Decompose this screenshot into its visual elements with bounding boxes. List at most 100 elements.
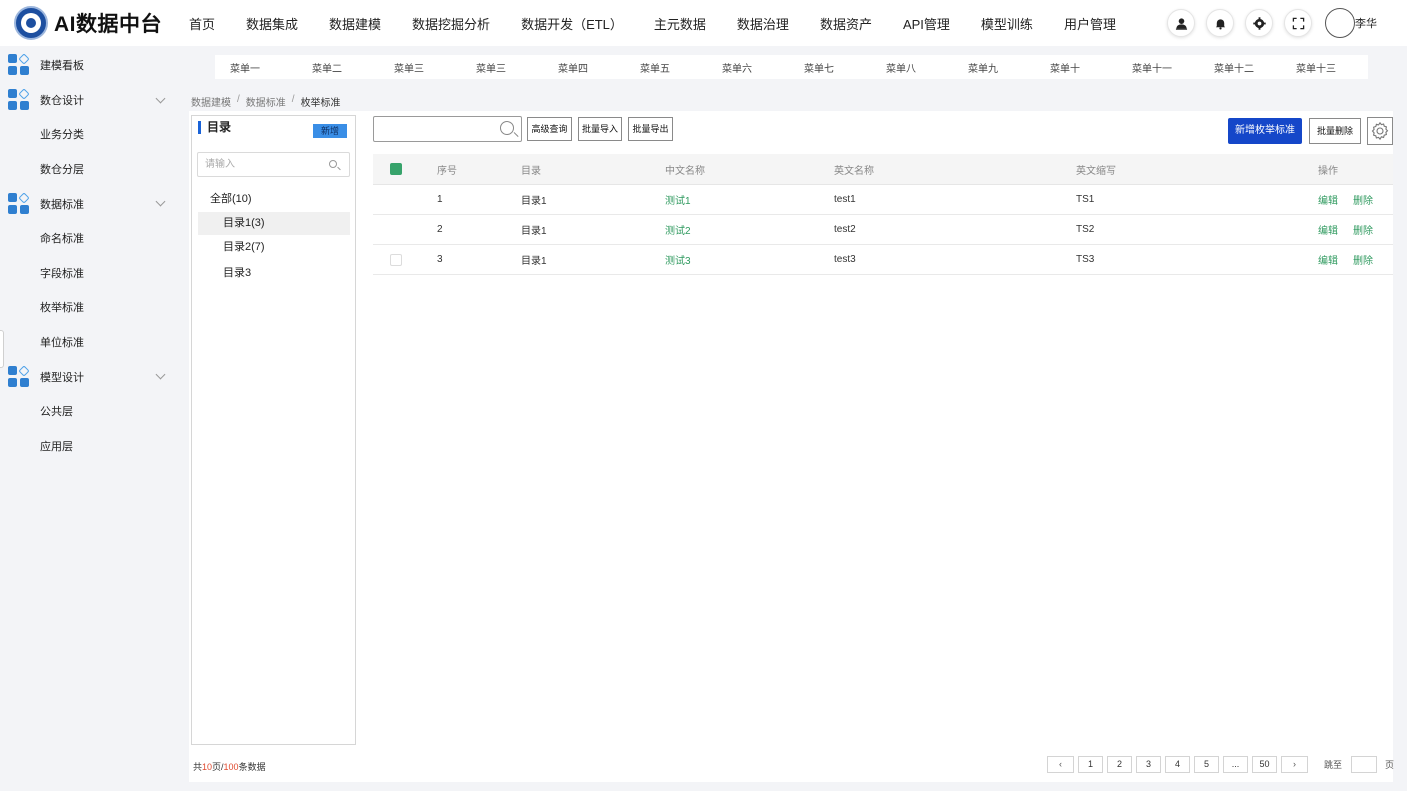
prev-page-button[interactable]: ‹ (1047, 756, 1074, 773)
tree-root-node[interactable]: 全部(10) (210, 190, 252, 206)
search-icon[interactable] (500, 121, 514, 135)
edit-link[interactable]: 编辑 (1318, 252, 1338, 267)
sidebar-item-naming-standard[interactable]: 命名标准 (0, 221, 178, 256)
nav-item[interactable]: 数据建模 (329, 14, 381, 33)
cell-chinese-name[interactable]: 测试3 (665, 245, 691, 274)
page-button[interactable]: 4 (1165, 756, 1190, 773)
sidebar-item-app-layer[interactable]: 应用层 (0, 429, 178, 464)
search-icon[interactable] (329, 160, 337, 168)
jump-label: 跳至 (1324, 760, 1343, 770)
tree-node[interactable]: 目录2(7) (198, 236, 350, 259)
edit-link[interactable]: 编辑 (1318, 222, 1338, 237)
tree-node[interactable]: 目录1(3) (198, 212, 350, 235)
menu-tab[interactable]: 菜单三 (379, 60, 461, 75)
chevron-down-icon[interactable] (155, 196, 166, 207)
edit-link[interactable]: 编辑 (1318, 192, 1338, 207)
menu-tab[interactable]: 菜单一 (215, 60, 297, 75)
batch-import-button[interactable]: 批量导入 (578, 117, 622, 141)
nav-item[interactable]: 首页 (189, 14, 215, 33)
batch-delete-button[interactable]: 批量删除 (1309, 118, 1361, 144)
menu-tab[interactable]: 菜单十二 (1199, 60, 1281, 75)
select-all-checkbox[interactable] (390, 163, 402, 175)
menu-tab[interactable]: 菜单三 (461, 60, 543, 75)
breadcrumb-link[interactable]: 数据建模 (191, 94, 231, 109)
fullscreen-icon[interactable] (1284, 9, 1312, 37)
nav-item[interactable]: 数据开发（ETL） (521, 14, 623, 33)
column-header: 目录 (521, 165, 541, 177)
menu-tab[interactable]: 菜单四 (543, 60, 625, 75)
cell-directory: 目录1 (521, 196, 547, 207)
bell-icon[interactable] (1206, 9, 1234, 37)
page-ellipsis[interactable]: ... (1223, 756, 1248, 773)
nav-item[interactable]: API管理 (903, 14, 950, 33)
delete-link[interactable]: 删除 (1353, 222, 1373, 237)
sidebar-item-enum-standard[interactable]: 枚举标准 (0, 290, 178, 325)
page-button[interactable]: 5 (1194, 756, 1219, 773)
column-settings-button[interactable] (1367, 117, 1393, 145)
sidebar-item-unit-standard[interactable]: 单位标准 (0, 325, 178, 360)
settings-icon[interactable] (1245, 9, 1273, 37)
sidebar-item-label: 枚举标准 (40, 302, 84, 315)
menu-tab[interactable]: 菜单五 (625, 60, 707, 75)
nav-item[interactable]: 模型训练 (981, 14, 1033, 33)
delete-link[interactable]: 删除 (1353, 252, 1373, 267)
user-name[interactable]: 李华 (1355, 15, 1377, 31)
avatar[interactable] (1325, 8, 1355, 38)
add-enum-standard-button[interactable]: 新增枚举标准 (1228, 118, 1302, 144)
app-title: AI数据中台 (54, 13, 162, 36)
menu-tab[interactable]: 菜单十 (1035, 60, 1117, 75)
page-button[interactable]: 50 (1252, 756, 1277, 773)
sidebar-item-field-standard[interactable]: 字段标准 (0, 256, 178, 291)
chevron-down-icon[interactable] (155, 369, 166, 380)
menu-strip: 菜单一 菜单二 菜单三 菜单三 菜单四 菜单五 菜单六 菜单七 菜单八 菜单九 … (215, 55, 1368, 79)
table-row[interactable]: 2 目录1 测试2 test2 TS2 编辑 删除 (373, 215, 1393, 245)
menu-tab[interactable]: 菜单十三 (1281, 60, 1363, 75)
nav-item[interactable]: 数据集成 (246, 14, 298, 33)
page-button[interactable]: 1 (1078, 756, 1103, 773)
sidebar-item-model-design[interactable]: 模型设计 (0, 359, 178, 394)
sidebar-item-label: 数据标准 (40, 198, 84, 211)
page-button[interactable]: 3 (1136, 756, 1161, 773)
menu-tab[interactable]: 菜单六 (707, 60, 789, 75)
sidebar-item-warehouse-layer[interactable]: 数仓分层 (0, 152, 178, 187)
batch-export-button[interactable]: 批量导出 (628, 117, 673, 141)
tree-search-input[interactable] (198, 153, 318, 176)
jump-page-input[interactable] (1351, 756, 1378, 773)
pagination: ‹ 1 2 3 4 5 ... 50 › 跳至 页 (1047, 756, 1394, 773)
table-row[interactable]: 3 目录1 测试3 test3 TS3 编辑 删除 (373, 245, 1393, 275)
page-button[interactable]: 2 (1107, 756, 1132, 773)
menu-tab[interactable]: 菜单九 (953, 60, 1035, 75)
nav-item[interactable]: 主元数据 (654, 14, 706, 33)
tree-title: 目录 (198, 121, 231, 134)
menu-tab[interactable]: 菜单十一 (1117, 60, 1199, 75)
sidebar-item-data-standard[interactable]: 数据标准 (0, 186, 178, 221)
menu-tab[interactable]: 菜单八 (871, 60, 953, 75)
nav-item[interactable]: 数据资产 (820, 14, 872, 33)
tree-add-button[interactable]: 新增 (313, 124, 347, 138)
table-header-row: 序号 目录 中文名称 英文名称 英文缩写 操作 (373, 154, 1393, 185)
sidebar-item-common-layer[interactable]: 公共层 (0, 394, 178, 429)
sidebar-collapse-handle[interactable] (0, 330, 4, 368)
table-row[interactable]: 1 目录1 测试1 test1 TS1 编辑 删除 (373, 185, 1393, 215)
nav-item[interactable]: 数据挖掘分析 (412, 14, 490, 33)
breadcrumb-link[interactable]: 数据标准 (246, 94, 286, 109)
user-upload-icon[interactable] (1167, 9, 1195, 37)
nav-item[interactable]: 用户管理 (1064, 14, 1116, 33)
advanced-search-button[interactable]: 高级查询 (527, 117, 572, 141)
app-logo[interactable]: AI数据中台 (14, 6, 162, 40)
sidebar-item-modeling-board[interactable]: 建模看板 (0, 48, 178, 83)
menu-tab[interactable]: 菜单二 (297, 60, 379, 75)
next-page-button[interactable]: › (1281, 756, 1308, 773)
menu-tab[interactable]: 菜单七 (789, 60, 871, 75)
nav-item[interactable]: 数据治理 (737, 14, 789, 33)
sidebar-item-label: 建模看板 (40, 60, 84, 73)
tree-node[interactable]: 目录3 (198, 262, 350, 285)
chevron-down-icon[interactable] (155, 93, 166, 104)
cell-chinese-name[interactable]: 测试1 (665, 185, 691, 214)
sidebar-item-warehouse-design[interactable]: 数仓设计 (0, 83, 178, 118)
search-input[interactable] (374, 117, 494, 141)
delete-link[interactable]: 删除 (1353, 192, 1373, 207)
cell-chinese-name[interactable]: 测试2 (665, 215, 691, 244)
row-checkbox[interactable] (390, 253, 402, 266)
sidebar-item-business-category[interactable]: 业务分类 (0, 117, 178, 152)
